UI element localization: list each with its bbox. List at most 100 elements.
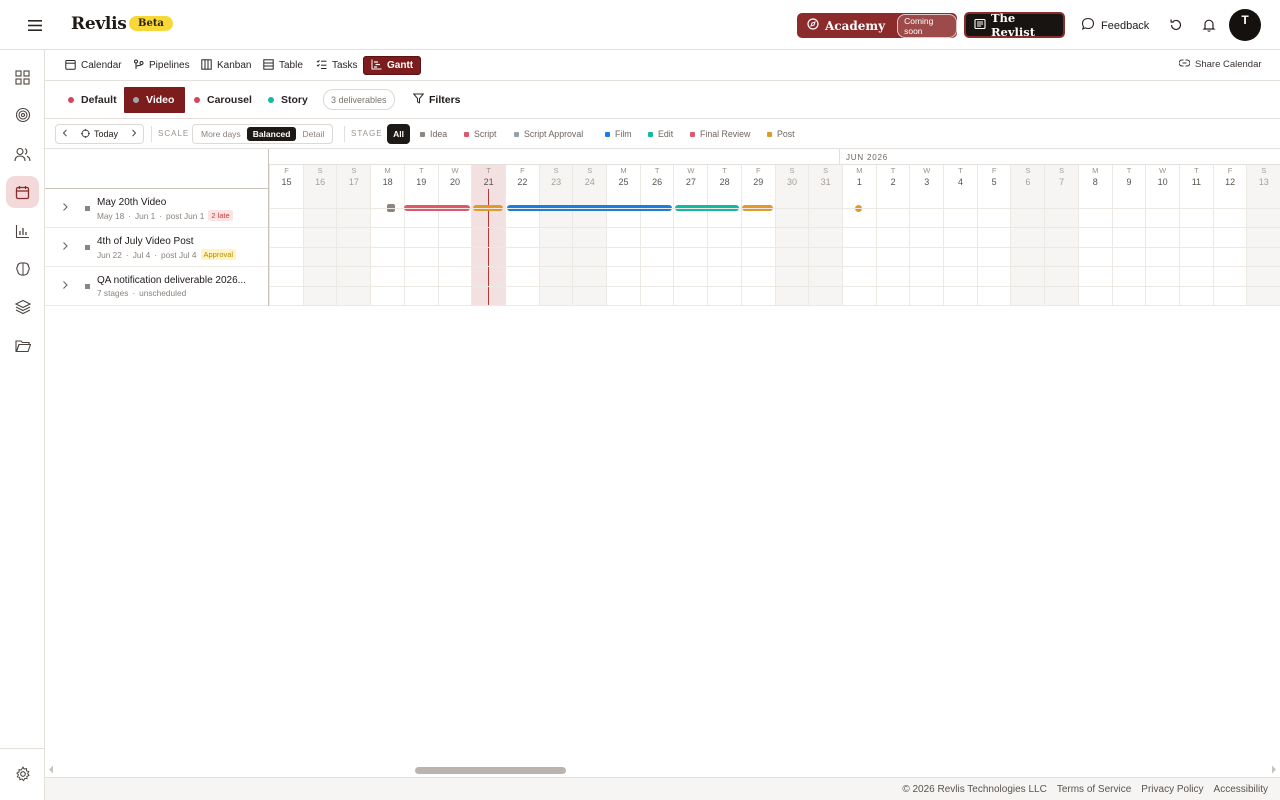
users-icon[interactable] <box>6 138 39 170</box>
chevron-right-icon[interactable] <box>61 241 71 253</box>
row-label-cell: 4th of July Video Post Jun 22 · Jul 4 · po… <box>45 228 269 267</box>
stage-script[interactable]: Script <box>464 129 497 139</box>
tab-kanban[interactable]: Kanban <box>197 56 255 75</box>
day-letter: M <box>856 166 863 175</box>
scale-balanced[interactable]: Balanced <box>246 127 297 141</box>
stage-edit[interactable]: Edit <box>648 129 673 139</box>
day-number: 19 <box>416 177 427 187</box>
user-avatar[interactable]: T <box>1229 9 1261 41</box>
privacy-link[interactable]: Privacy Policy <box>1141 784 1203 795</box>
category-story-label: Story <box>281 94 308 106</box>
chevron-right-icon[interactable] <box>61 202 71 214</box>
deliverable-title[interactable]: QA notification deliverable 2026... <box>97 275 259 286</box>
month-header-may <box>269 149 839 165</box>
row-midline <box>269 247 1280 248</box>
analytics-icon[interactable] <box>6 215 39 247</box>
horizontal-scrollbar[interactable] <box>45 763 1280 777</box>
schedule-status: unscheduled <box>139 288 187 298</box>
calendar-icon <box>65 59 76 73</box>
category-default-label: Default <box>81 94 117 106</box>
scrollbar-thumb[interactable] <box>415 767 566 774</box>
table-icon <box>263 58 274 73</box>
stage-film[interactable]: Film <box>605 129 632 139</box>
stage-final-review-label: Final Review <box>700 129 751 139</box>
link-icon <box>1178 59 1191 70</box>
folder-icon[interactable] <box>6 330 39 362</box>
scale-more-days[interactable]: More days <box>195 127 247 141</box>
start-date: May 18 <box>97 210 125 221</box>
scroll-left-icon[interactable] <box>48 765 54 777</box>
category-carousel[interactable]: Carousel <box>185 87 261 113</box>
gantt-icon <box>371 59 382 73</box>
tab-calendar-label: Calendar <box>81 60 122 71</box>
day-letter: S <box>351 166 357 175</box>
chevron-left-icon[interactable] <box>62 129 68 139</box>
tab-table[interactable]: Table <box>259 56 307 75</box>
tab-pipelines-label: Pipelines <box>149 60 190 71</box>
tab-pipelines[interactable]: Pipelines <box>129 56 194 75</box>
day-letter: W <box>923 166 931 175</box>
chevron-right-icon[interactable] <box>131 129 137 139</box>
dashboard-icon[interactable] <box>6 61 39 93</box>
refresh-icon[interactable] <box>1168 17 1184 33</box>
share-calendar-button[interactable]: Share Calendar <box>1178 59 1262 70</box>
stage-post-label: Post <box>777 129 795 139</box>
day-number: 10 <box>1157 177 1168 187</box>
tab-tasks[interactable]: Tasks <box>312 56 362 75</box>
category-video[interactable]: Video <box>124 87 185 113</box>
scroll-right-icon[interactable] <box>1271 765 1277 777</box>
bell-icon[interactable] <box>1201 17 1217 33</box>
month-header-june: JUN 2026 <box>839 149 1280 165</box>
chat-bubble-icon <box>1081 17 1095 34</box>
category-default[interactable]: Default <box>59 87 126 113</box>
stage-script-approval[interactable]: Script Approval <box>514 129 583 139</box>
day-letter: M <box>384 166 391 175</box>
tab-gantt[interactable]: Gantt <box>363 56 422 75</box>
gantt-chart: JUN 2026 F 15 S 16 S 17 M 18 T 19 W 20 T 21 F 22 S 23 S 24 M… <box>45 149 1280 759</box>
filters-label: Filters <box>429 94 461 106</box>
day-number: 12 <box>1225 177 1236 187</box>
tasks-icon <box>316 59 327 73</box>
scale-detail[interactable]: Detail <box>296 127 330 141</box>
menu-icon[interactable] <box>24 16 46 34</box>
tab-calendar[interactable]: Calendar <box>61 56 126 75</box>
accessibility-link[interactable]: Accessibility <box>1214 784 1268 795</box>
day-number: 20 <box>449 177 460 187</box>
revlist-button[interactable]: The Revlist <box>964 11 1065 39</box>
day-letter: S <box>1059 166 1065 175</box>
terms-link[interactable]: Terms of Service <box>1057 784 1131 795</box>
late-badge: 2 late <box>208 210 233 221</box>
stage-post[interactable]: Post <box>767 129 795 139</box>
settings-gear-icon[interactable] <box>6 758 39 790</box>
feedback-button[interactable]: Feedback <box>1081 17 1149 34</box>
brain-icon[interactable] <box>6 253 39 285</box>
stage-idea[interactable]: Idea <box>420 129 447 139</box>
final-review-swatch <box>690 131 695 137</box>
today-button[interactable]: Today <box>80 128 118 140</box>
academy-button[interactable]: Academy Coming soon <box>797 13 957 38</box>
deliverable-title[interactable]: 4th of July Video Post <box>97 236 259 247</box>
deliverable-title[interactable]: May 20th Video <box>97 197 259 208</box>
day-letter: W <box>451 166 459 175</box>
beta-badge: Beta <box>129 16 173 31</box>
scale-label: SCALE <box>158 129 190 138</box>
target-icon[interactable] <box>6 99 39 131</box>
day-letter: T <box>1194 166 1199 175</box>
day-number: 24 <box>584 177 595 187</box>
stage-edit-label: Edit <box>658 129 674 139</box>
day-number: 15 <box>281 177 292 187</box>
day-letter: S <box>553 166 559 175</box>
chevron-right-icon[interactable] <box>61 280 71 292</box>
day-letter: T <box>419 166 424 175</box>
calendar-nav-icon[interactable] <box>6 176 39 208</box>
stage-final-review[interactable]: Final Review <box>690 129 750 139</box>
brand-logo[interactable]: Revlis <box>71 14 127 34</box>
stage-all-button[interactable]: All <box>387 124 410 144</box>
tab-table-label: Table <box>279 60 303 71</box>
filters-button[interactable]: Filters <box>412 93 461 107</box>
category-story[interactable]: Story <box>259 87 317 113</box>
end-date: Jul 4 <box>132 249 151 260</box>
layers-icon[interactable] <box>6 291 39 323</box>
filter-icon <box>412 93 425 107</box>
revlist-label: The Revlist <box>991 11 1036 39</box>
